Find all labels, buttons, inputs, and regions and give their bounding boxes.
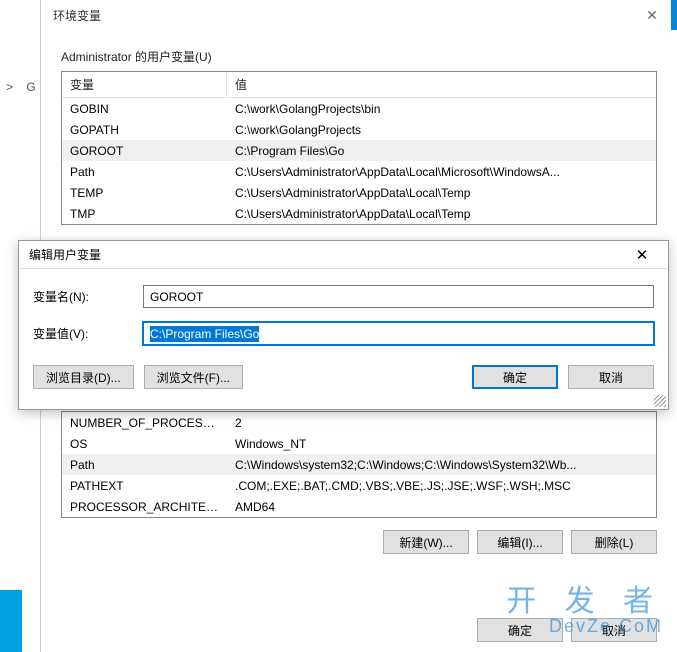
var-name: GOPATH xyxy=(62,121,227,139)
edit-ok-button[interactable]: 确定 xyxy=(472,365,558,389)
resize-grip-icon[interactable] xyxy=(654,395,666,407)
table-row[interactable]: TEMPC:\Users\Administrator\AppData\Local… xyxy=(62,182,656,203)
var-name: OS xyxy=(62,435,227,453)
var-value: .COM;.EXE;.BAT;.CMD;.VBS;.VBE;.JS;.JSE;.… xyxy=(227,477,656,495)
var-name: TMP xyxy=(62,205,227,223)
var-name-input[interactable] xyxy=(143,285,654,308)
close-icon[interactable]: ✕ xyxy=(622,241,662,268)
table-row[interactable]: TMPC:\Users\Administrator\AppData\Local\… xyxy=(62,203,656,224)
table-row[interactable]: PATHEXT.COM;.EXE;.BAT;.CMD;.VBS;.VBE;.JS… xyxy=(62,475,656,496)
table-row[interactable]: PathC:\Users\Administrator\AppData\Local… xyxy=(62,161,656,182)
table-row[interactable]: GOROOTC:\Program Files\Go xyxy=(62,140,656,161)
var-value-input[interactable]: C:\Program Files\Go xyxy=(143,322,654,345)
list-header: 变量 值 xyxy=(62,72,656,98)
ok-button[interactable]: 确定 xyxy=(477,618,563,642)
edit-dialog-title: 编辑用户变量 xyxy=(29,246,101,263)
var-name-label: 变量名(N): xyxy=(33,288,143,305)
var-value: C:\Windows\system32;C:\Windows;C:\Window… xyxy=(227,456,656,474)
system-vars-list[interactable]: NUMBER_OF_PROCESSORS2OSWindows_NTPathC:\… xyxy=(61,411,657,518)
var-name: Path xyxy=(62,163,227,181)
var-value: C:\Program Files\Go xyxy=(227,142,656,160)
table-row[interactable]: OSWindows_NT xyxy=(62,433,656,454)
table-row[interactable]: GOPATHC:\work\GolangProjects xyxy=(62,119,656,140)
var-value: C:\work\GolangProjects\bin xyxy=(227,100,656,118)
system-vars-buttons: 新建(W)... 编辑(I)... 删除(L) xyxy=(41,518,677,554)
breadcrumb-item[interactable]: G xyxy=(26,80,35,94)
var-name: Path xyxy=(62,456,227,474)
table-row[interactable]: NUMBER_OF_PROCESSORS2 xyxy=(62,412,656,433)
var-value: AMD64 xyxy=(227,498,656,516)
new-button[interactable]: 新建(W)... xyxy=(383,530,469,554)
var-value: 2 xyxy=(227,414,656,432)
browse-dir-button[interactable]: 浏览目录(D)... xyxy=(33,365,134,389)
var-value: C:\Users\Administrator\AppData\Local\Tem… xyxy=(227,184,656,202)
header-name[interactable]: 变量 xyxy=(62,72,227,97)
var-name: PATHEXT xyxy=(62,477,227,495)
window-accent xyxy=(671,0,677,30)
var-value: C:\Users\Administrator\AppData\Local\Tem… xyxy=(227,205,656,223)
browse-file-button[interactable]: 浏览文件(F)... xyxy=(144,365,243,389)
header-value[interactable]: 值 xyxy=(227,72,656,97)
dialog-bottom-buttons: 确定 取消 xyxy=(477,618,657,642)
user-vars-label: Administrator 的用户变量(U) xyxy=(41,30,677,71)
var-name: PROCESSOR_ARCHITECT... xyxy=(62,498,227,516)
close-icon[interactable]: ✕ xyxy=(637,7,667,24)
var-value: Windows_NT xyxy=(227,435,656,453)
var-value: C:\Users\Administrator\AppData\Local\Mic… xyxy=(227,163,656,181)
delete-button[interactable]: 删除(L) xyxy=(571,530,657,554)
dialog-title: 环境变量 xyxy=(53,7,101,24)
var-name: NUMBER_OF_PROCESSORS xyxy=(62,414,227,432)
edit-user-variable-dialog: 编辑用户变量 ✕ 变量名(N): 变量值(V): C:\Program File… xyxy=(18,240,669,410)
var-name: GOROOT xyxy=(62,142,227,160)
edit-button[interactable]: 编辑(I)... xyxy=(477,530,563,554)
edit-cancel-button[interactable]: 取消 xyxy=(568,365,654,389)
table-row[interactable]: GOBINC:\work\GolangProjects\bin xyxy=(62,98,656,119)
cancel-button[interactable]: 取消 xyxy=(571,618,657,642)
var-value-label: 变量值(V): xyxy=(33,325,143,342)
user-vars-list[interactable]: 变量 值 GOBINC:\work\GolangProjects\binGOPA… xyxy=(61,71,657,225)
var-value: C:\work\GolangProjects xyxy=(227,121,656,139)
table-row[interactable]: PROCESSOR_ARCHITECT...AMD64 xyxy=(62,496,656,517)
var-name: GOBIN xyxy=(62,100,227,118)
var-name: TEMP xyxy=(62,184,227,202)
table-row[interactable]: PathC:\Windows\system32;C:\Windows;C:\Wi… xyxy=(62,454,656,475)
breadcrumb-sep: > xyxy=(6,80,13,94)
